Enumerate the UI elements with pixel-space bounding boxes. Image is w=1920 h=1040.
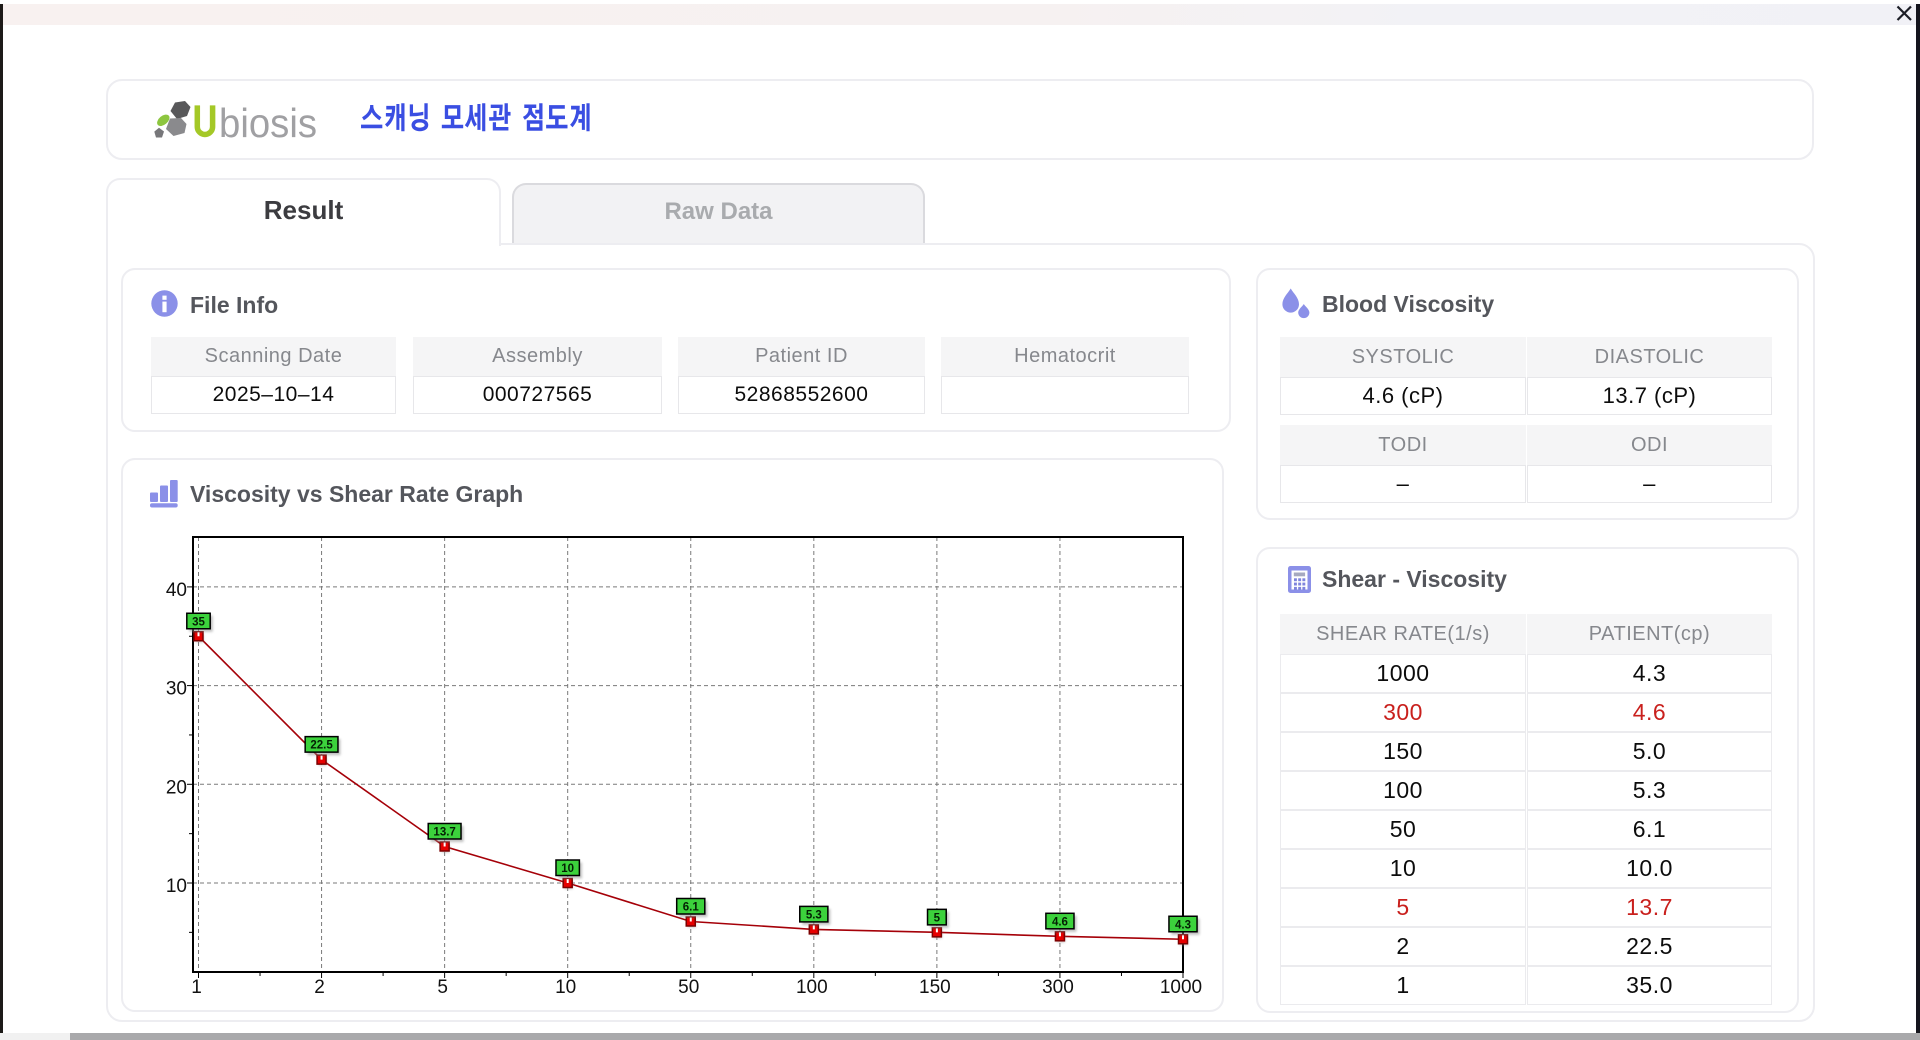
svg-text:50: 50 xyxy=(678,977,699,998)
svg-text:10: 10 xyxy=(555,977,576,998)
svg-text:2: 2 xyxy=(314,977,325,998)
svg-text:10: 10 xyxy=(166,876,187,897)
svg-text:6.1: 6.1 xyxy=(683,901,700,913)
svg-text:22.5: 22.5 xyxy=(310,740,333,752)
svg-text:300: 300 xyxy=(1042,977,1074,998)
svg-text:150: 150 xyxy=(919,977,951,998)
svg-text:30: 30 xyxy=(166,679,187,700)
svg-text:4.6: 4.6 xyxy=(1052,916,1068,928)
svg-text:13.7: 13.7 xyxy=(433,826,455,838)
svg-text:4.3: 4.3 xyxy=(1175,919,1191,931)
svg-text:1: 1 xyxy=(191,977,202,998)
svg-text:5: 5 xyxy=(437,977,448,998)
svg-text:35: 35 xyxy=(192,616,205,628)
svg-text:1000: 1000 xyxy=(1160,977,1202,998)
svg-text:40: 40 xyxy=(166,580,187,601)
svg-text:100: 100 xyxy=(796,977,828,998)
svg-text:10: 10 xyxy=(561,863,574,875)
svg-text:20: 20 xyxy=(166,777,187,798)
svg-text:5: 5 xyxy=(934,912,941,924)
svg-text:5.3: 5.3 xyxy=(806,909,822,921)
svg-text:biosis: biosis xyxy=(219,100,317,146)
